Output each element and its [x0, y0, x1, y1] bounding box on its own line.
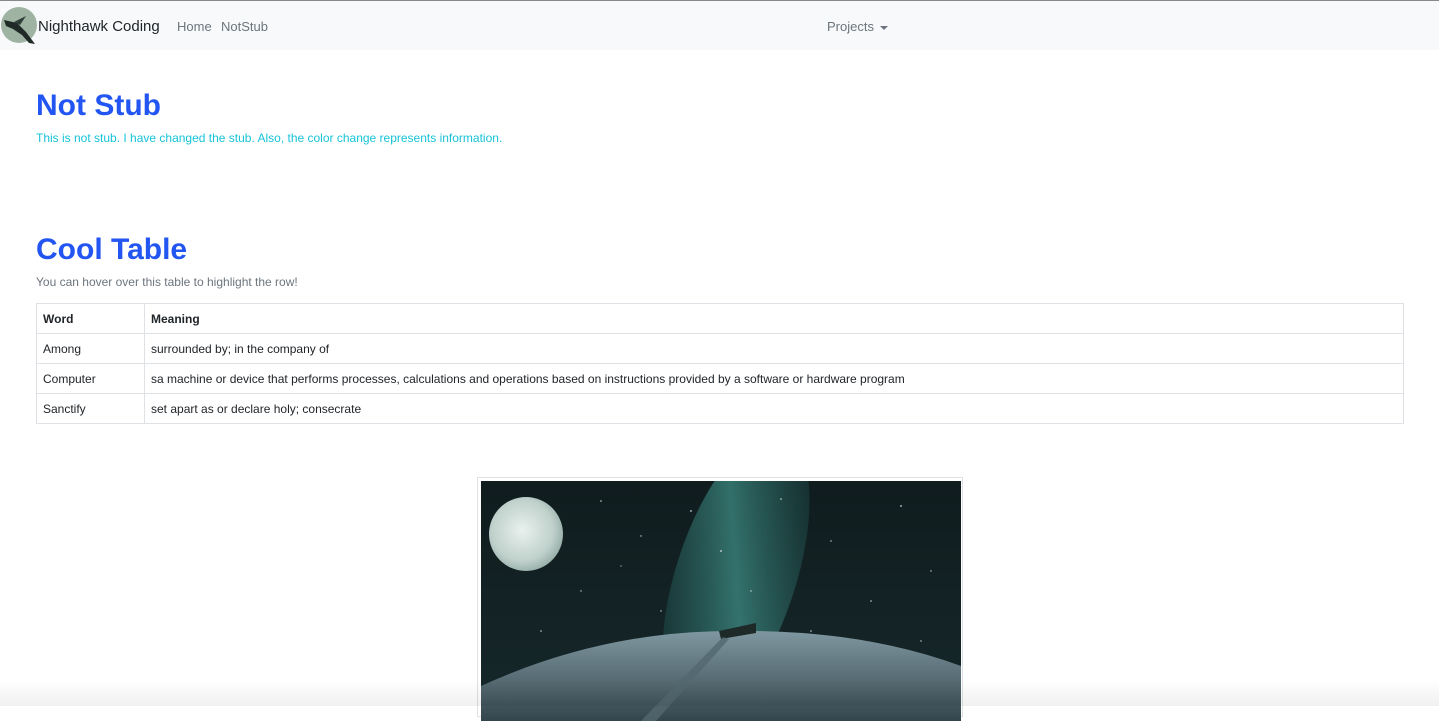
- cool-table-description: You can hover over this table to highlig…: [36, 275, 298, 289]
- word-cell: Among: [36, 333, 145, 364]
- cool-table-title: Cool Table: [36, 233, 188, 266]
- nav-link-notstub[interactable]: NotStub: [221, 19, 268, 34]
- table-header-row: Word Meaning: [36, 303, 1404, 334]
- nighthawk-logo-icon[interactable]: [0, 6, 38, 44]
- navbar: Nighthawk Coding Home NotStub Projects: [0, 0, 1439, 50]
- vocab-table: Word Meaning Among surrounded by; in the…: [36, 303, 1404, 424]
- header-meaning: Meaning: [144, 303, 1404, 334]
- table-row[interactable]: Computer sa machine or device that perfo…: [36, 363, 1404, 394]
- table-row[interactable]: Sanctify set apart as or declare holy; c…: [36, 393, 1404, 424]
- meaning-cell: set apart as or declare holy; consecrate: [144, 393, 1404, 424]
- table-row[interactable]: Among surrounded by; in the company of: [36, 333, 1404, 364]
- night-sky-moon-image: [481, 481, 961, 721]
- caret-down-icon: [879, 25, 888, 30]
- meaning-cell: sa machine or device that performs proce…: [144, 363, 1404, 394]
- meaning-cell: surrounded by; in the company of: [144, 333, 1404, 364]
- header-word: Word: [36, 303, 145, 334]
- projects-dropdown-label: Projects: [827, 19, 874, 34]
- brand-name[interactable]: Nighthawk Coding: [38, 18, 160, 35]
- night-sky-image-frame: [477, 477, 963, 721]
- notstub-title: Not Stub: [36, 89, 161, 122]
- notstub-description: This is not stub. I have changed the stu…: [36, 131, 503, 145]
- projects-dropdown[interactable]: Projects: [827, 19, 888, 34]
- word-cell: Computer: [36, 363, 145, 394]
- word-cell: Sanctify: [36, 393, 145, 424]
- nav-link-home[interactable]: Home: [177, 19, 212, 34]
